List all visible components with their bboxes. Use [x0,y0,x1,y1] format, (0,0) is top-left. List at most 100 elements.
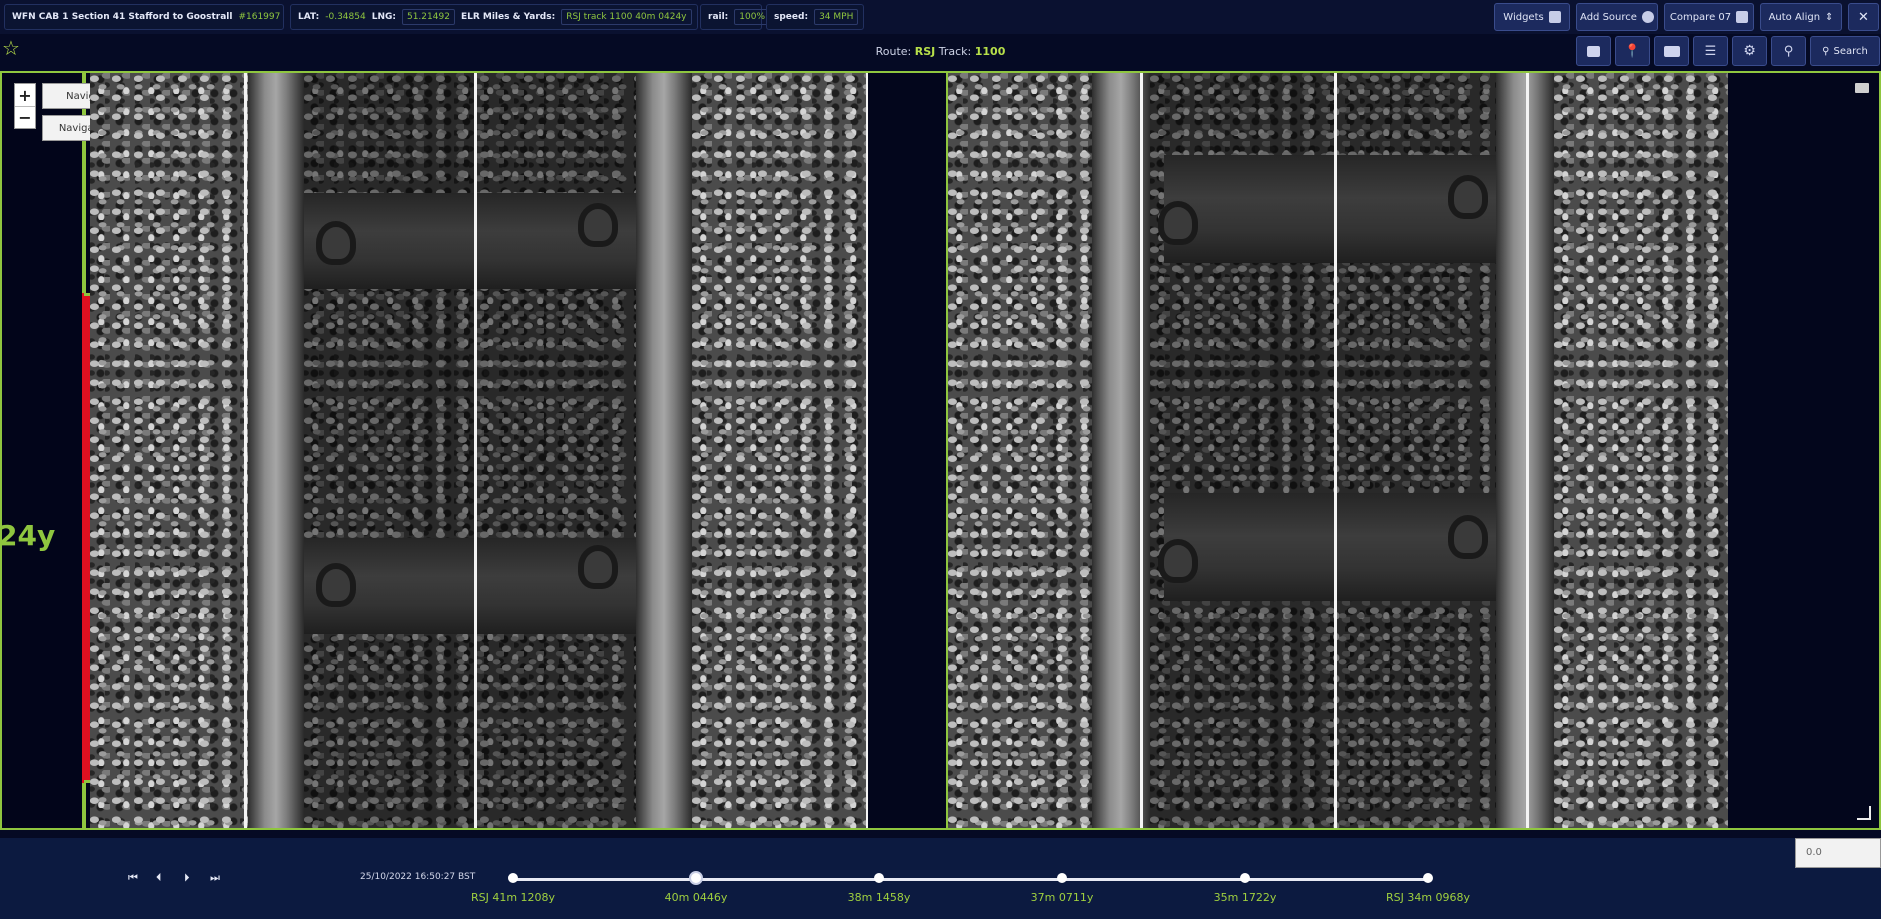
long-label: LNG: [371,12,396,22]
widgets-button[interactable]: Widgets [1494,3,1570,31]
zoom-in-button[interactable]: + [15,84,35,106]
timeline-marker-dot[interactable] [1240,873,1250,883]
route-value: RSJ [914,45,936,58]
compare-button[interactable]: Compare 07 [1664,3,1754,31]
rail-clip [1158,201,1198,245]
ballast-area [948,73,1092,828]
left-track-image[interactable] [90,73,868,828]
rail-clip [1158,539,1198,583]
elr-value: RSJ track 1100 40m 0424y [561,9,692,25]
add-source-button[interactable]: Add Source [1576,3,1658,31]
timeline-marker-label: 38m 1458y [847,891,911,904]
ballast-area [90,73,250,828]
timeline-marker-label: RSJ 41m 1208y [470,891,556,904]
lat-value: -0.34854 [325,12,366,22]
speed-label: speed: [774,12,809,22]
section-title: WFN CAB 1 Section 41 Stafford to Goostra… [12,12,233,22]
value-input[interactable]: 0.0 [1795,838,1881,868]
ballast-area [1554,73,1728,828]
gear-icon: ⚙ [1743,43,1756,59]
rail-label: rail: [708,12,729,22]
timeline-marker-dot[interactable] [874,873,884,883]
timeline-marker-label: 40m 0446y [664,891,728,904]
map-pin-icon: 📍 [1624,43,1641,59]
route-label: Route: [875,45,912,58]
lat-label: LAT: [298,12,320,22]
yard-marker-label: 24y [0,519,56,552]
list-button[interactable]: ☰ [1693,36,1728,66]
zoom-button[interactable]: ⚲ [1771,36,1806,66]
top-toolbar: WFN CAB 1 Section 41 Stafford to Goostra… [0,0,1881,34]
search-icon: ⚲ [1822,45,1830,57]
timeline-marker-dot[interactable] [1423,873,1433,883]
timeline-marker-label: 35m 1722y [1213,891,1277,904]
settings-button[interactable]: ⚙ [1732,36,1767,66]
track-image-viewer[interactable]: 24y + − Navigate Up Navigate Down [0,71,1881,830]
panel-gap [868,73,946,828]
list-icon: ☰ [1704,43,1717,59]
rail-left [248,73,304,828]
rail-clip [1448,175,1488,219]
widgets-label: Widgets [1503,11,1544,23]
pin-button[interactable]: 📍 [1615,36,1650,66]
rail-clip [316,563,356,607]
rail-right [636,73,692,828]
speed-value: 34 MPH [814,9,859,25]
track-label: Track: [938,45,972,58]
timeline-marker-label: RSJ 34m 0968y [1385,891,1471,904]
timeline-track[interactable] [513,878,1428,881]
close-icon: ✕ [1858,9,1869,25]
sort-icon: ⇕ [1825,11,1834,23]
rail-clip [1448,515,1488,559]
folder-icon [1663,45,1680,57]
rail-clip [578,545,618,589]
compare-icon [1736,11,1749,23]
add-source-label: Add Source [1580,11,1637,23]
timeline-marker-dot[interactable] [1057,873,1067,883]
fullscreen-icon[interactable] [1857,806,1871,820]
defect-segment-marker[interactable] [82,293,90,783]
rail-right [1496,73,1554,828]
close-button[interactable]: ✕ [1848,3,1879,31]
rail-info: rail: 100% [700,4,771,30]
auto-align-label: Auto Align [1768,11,1821,23]
scan-boundary-line [1334,73,1337,828]
coordinates-info: LAT: -0.34854 LNG: 51.21492 ELR Miles & … [290,4,698,30]
zoom-control: + − [14,83,36,129]
rail-value: 100% [734,9,771,25]
camera-button[interactable] [1576,36,1611,66]
step-forward-icon[interactable]: ⏵ [184,871,190,885]
scan-boundary-line [1140,73,1143,828]
skip-start-icon[interactable]: ⏮ [128,871,138,885]
auto-align-button[interactable]: Auto Align ⇕ [1760,3,1842,31]
widgets-icon [1548,11,1561,23]
sleeper [1164,155,1544,263]
right-track-image[interactable] [948,73,1728,828]
folder-button[interactable] [1654,36,1689,66]
scan-boundary-line [244,73,247,828]
track-value: 1100 [974,45,1006,58]
scan-boundary-line [1526,73,1529,828]
compare-label: Compare 07 [1669,11,1732,23]
speed-info: speed: 34 MPH [766,4,864,30]
camera-icon [1587,45,1600,57]
long-value: 51.21492 [401,9,455,25]
timeline-current-position-handle[interactable] [689,871,703,885]
railway-inspection-app: WFN CAB 1 Section 41 Stafford to Goostra… [0,0,1881,919]
playback-timeline-bar: ⏮ ⏴ ⏵ ⏭ 25/10/2022 16:50:27 BST RSJ 41m … [0,838,1881,919]
distance-gutter [2,73,84,828]
zoom-out-button[interactable]: − [15,106,35,128]
scan-boundary-line [474,73,477,828]
rail-clip [316,221,356,265]
elr-label: ELR Miles & Yards: [460,12,556,22]
magnifier-icon: ⚲ [1783,43,1794,59]
minimap-icon[interactable] [1855,83,1869,93]
ballast-area [692,73,868,828]
step-back-icon[interactable]: ⏴ [156,871,162,885]
search-label: Search [1833,45,1868,57]
timeline-marker-label: 37m 0711y [1030,891,1094,904]
rail-clip [578,203,618,247]
timeline-marker-dot[interactable] [508,873,518,883]
search-button[interactable]: ⚲ Search [1810,36,1880,66]
skip-end-icon[interactable]: ⏭ [210,871,220,885]
